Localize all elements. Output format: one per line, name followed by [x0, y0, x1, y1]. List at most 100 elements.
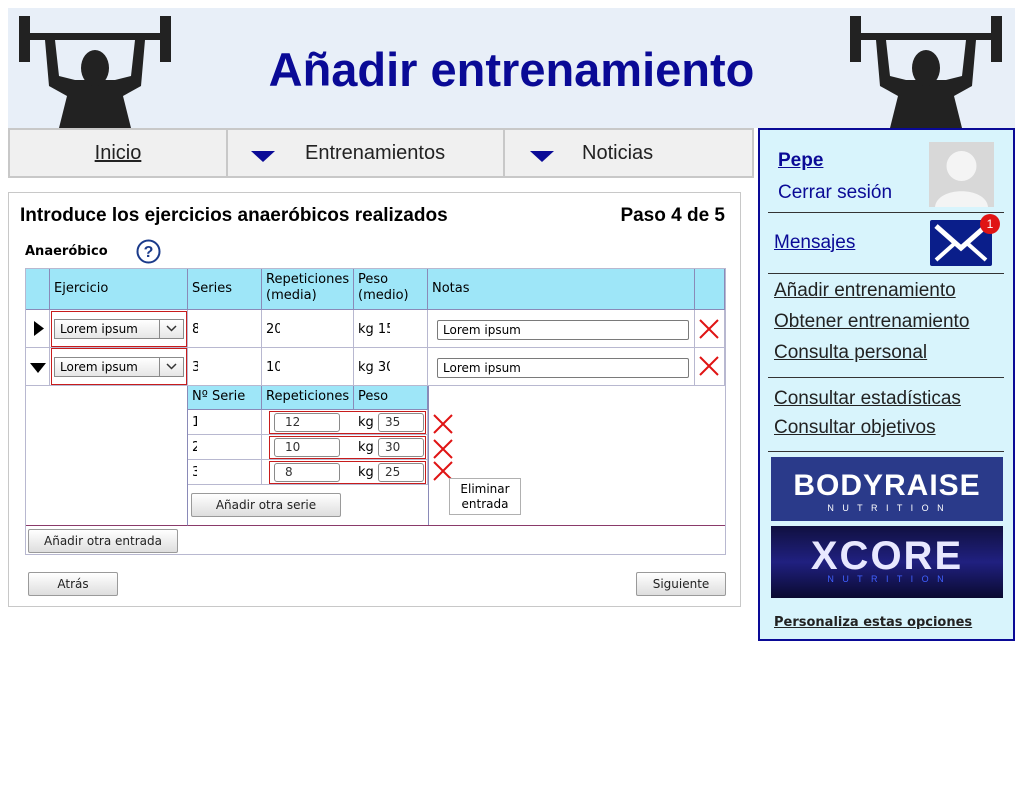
exercise-select-value: Lorem ipsum — [60, 360, 138, 374]
list-item: 12 kg 35 — [262, 410, 428, 435]
nav-home-label: Inicio — [94, 142, 142, 164]
reps-value: 10 — [266, 360, 280, 375]
kg-unit: kg — [358, 465, 374, 480]
reps-input[interactable]: 12 — [274, 413, 340, 432]
subtable-spacer — [26, 386, 188, 526]
sidebar-item-get-training[interactable]: Obtener entrenamiento — [774, 311, 969, 333]
series-number-value: 1 — [192, 415, 197, 430]
form-title: Introduce los ejercicios anaeróbicos rea… — [20, 205, 448, 226]
sub-header-weight: Peso — [354, 386, 428, 410]
nav-news-label: Noticias — [582, 142, 654, 164]
dropdown-arrow-icon — [251, 151, 275, 162]
series-value: 3 — [192, 360, 198, 375]
add-series-button[interactable]: Añadir otra serie — [191, 493, 341, 517]
table-row — [695, 310, 725, 348]
column-header-reps: Repeticiones (media) — [262, 269, 354, 310]
sidebar-item-add-training[interactable]: Añadir entrenamiento — [774, 280, 956, 302]
expand-toggle[interactable] — [26, 310, 50, 348]
list-item: 10 kg 30 — [262, 435, 428, 460]
collapse-down-icon — [30, 363, 46, 373]
weight-input[interactable]: 25 — [378, 463, 424, 482]
delete-icon[interactable] — [432, 413, 454, 435]
series-number-value: 2 — [192, 440, 197, 455]
back-button[interactable]: Atrás — [28, 572, 118, 596]
reps-value: 20 — [266, 322, 280, 337]
kg-unit: kg — [358, 440, 374, 455]
divider — [768, 212, 1004, 213]
sidebar-item-goals[interactable]: Consultar objetivos — [774, 417, 936, 439]
sidebar-item-personal-query[interactable]: Consulta personal — [774, 342, 927, 364]
banner-title: BODYRAISE — [793, 469, 981, 502]
banner-subtitle: N U T R I T I O N — [827, 574, 947, 584]
table-row: Lorem ipsum — [50, 310, 188, 348]
expand-right-icon — [34, 321, 44, 336]
main-nav: Inicio Entrenamientos Noticias — [8, 128, 754, 178]
delete-icon[interactable] — [698, 355, 720, 377]
column-header-weight: Peso (medio) — [354, 269, 428, 310]
table-row — [695, 348, 725, 386]
messages-link[interactable]: Mensajes — [774, 232, 855, 254]
avatar[interactable] — [929, 142, 994, 207]
series-number: 3 — [188, 460, 262, 485]
table-header-cell — [26, 269, 50, 310]
series-value: 8 — [192, 322, 198, 337]
nav-home[interactable]: Inicio — [10, 130, 228, 176]
bodyraise-banner[interactable]: BODYRAISE N U T R I T I O N — [771, 457, 1003, 521]
kg-unit: kg — [358, 415, 374, 430]
page-header: Añadir entrenamiento — [8, 8, 1015, 128]
sidebar-item-stats[interactable]: Consultar estadísticas — [774, 388, 961, 410]
form-panel: Introduce los ejercicios anaeróbicos rea… — [8, 192, 741, 607]
exercise-select[interactable]: Lorem ipsum — [54, 357, 184, 377]
help-icon[interactable]: ? — [136, 239, 161, 264]
sidebar: Pepe Cerrar sesión Mensajes 1 Añadir ent… — [758, 128, 1015, 641]
weight-field[interactable]: kg 15 — [354, 310, 428, 348]
sub-header-num: Nº Serie — [188, 386, 262, 410]
expand-toggle[interactable] — [26, 348, 50, 386]
series-field[interactable]: 8 — [188, 310, 262, 348]
nav-trainings-label: Entrenamientos — [305, 142, 446, 164]
reps-field[interactable]: 10 — [262, 348, 354, 386]
series-number-value: 3 — [192, 465, 197, 480]
divider — [428, 386, 429, 525]
exercise-select-value: Lorem ipsum — [60, 322, 138, 336]
anaerobic-table: Ejercicio Series Repeticiones (media) Pe… — [25, 268, 726, 555]
divider — [768, 377, 1004, 378]
message-count-badge: 1 — [980, 214, 1000, 234]
delete-icon[interactable] — [432, 438, 454, 460]
step-indicator: Paso 4 de 5 — [620, 205, 725, 226]
delete-icon[interactable] — [698, 318, 720, 340]
list-item: 8 kg 25 — [262, 460, 428, 485]
reps-input[interactable]: 10 — [274, 438, 340, 457]
notes-input[interactable]: Lorem ipsum — [437, 358, 689, 378]
nav-news[interactable]: Noticias — [505, 130, 752, 176]
logout-link[interactable]: Cerrar sesión — [778, 182, 892, 204]
xcore-banner[interactable]: XCORE N U T R I T I O N — [771, 526, 1003, 598]
weight-field[interactable]: kg 30 — [354, 348, 428, 386]
weight-value: kg 15 — [358, 322, 390, 337]
reps-input[interactable]: 8 — [274, 463, 340, 482]
column-header-notes: Notas — [428, 269, 695, 310]
banner-title: XCORE — [810, 534, 964, 578]
chevron-down-icon — [159, 320, 183, 338]
divider — [768, 273, 1004, 274]
notes-input[interactable]: Lorem ipsum — [437, 320, 689, 340]
weight-input[interactable]: 35 — [378, 413, 424, 432]
table-header-cell — [695, 269, 725, 310]
table-row: Lorem ipsum — [50, 348, 188, 386]
next-button[interactable]: Siguiente — [636, 572, 726, 596]
customize-link[interactable]: Personaliza estas opciones — [774, 615, 972, 630]
reps-field[interactable]: 20 — [262, 310, 354, 348]
nav-trainings[interactable]: Entrenamientos — [228, 130, 505, 176]
series-field[interactable]: 3 — [188, 348, 262, 386]
chevron-down-icon — [159, 358, 183, 376]
sub-header-reps: Repeticiones — [262, 386, 354, 410]
weight-input[interactable]: 30 — [378, 438, 424, 457]
weight-value: kg 30 — [358, 360, 390, 375]
column-header-exercise: Ejercicio — [50, 269, 188, 310]
table-row: Lorem ipsum — [428, 348, 695, 386]
add-entry-button[interactable]: Añadir otra entrada — [28, 529, 178, 553]
banner-subtitle: N U T R I T I O N — [827, 503, 947, 513]
exercise-select[interactable]: Lorem ipsum — [54, 319, 184, 339]
user-name-link[interactable]: Pepe — [778, 150, 823, 172]
delete-entry-button[interactable]: Eliminar entrada — [449, 478, 521, 515]
